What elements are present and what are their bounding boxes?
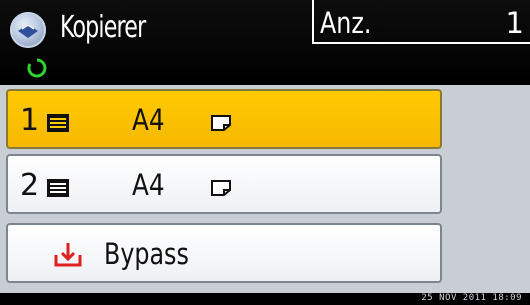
paper-size: A4 bbox=[132, 103, 165, 137]
copier-screen: Kopierer Anz. 1 1 A4 2 A4 Bypass 25 NOV … bbox=[0, 0, 530, 305]
header-bar: Kopierer Anz. 1 bbox=[0, 0, 530, 85]
landscape-paper-icon bbox=[211, 115, 231, 131]
paper-tray-icon bbox=[47, 114, 69, 132]
tray-number: 2 bbox=[20, 168, 40, 203]
bypass-label: Bypass bbox=[104, 237, 189, 271]
paper-select-panel: 1 A4 2 A4 Bypass bbox=[0, 85, 530, 293]
date-time: 25 NOV 2011 18:09 bbox=[421, 293, 522, 303]
bypass-tray-button[interactable]: Bypass bbox=[6, 223, 442, 283]
copy-count-box: Anz. 1 bbox=[312, 0, 530, 44]
count-label: Anz. bbox=[320, 6, 372, 40]
paper-size: A4 bbox=[132, 168, 165, 202]
copier-icon bbox=[10, 12, 46, 48]
paper-tray-icon bbox=[47, 179, 69, 197]
count-value: 1 bbox=[505, 6, 524, 40]
status-footer: 25 NOV 2011 18:09 bbox=[0, 293, 530, 305]
tray-1-button[interactable]: 1 A4 bbox=[6, 89, 442, 149]
ready-status-icon bbox=[27, 58, 47, 78]
tray-number: 1 bbox=[20, 103, 40, 138]
bypass-tray-icon bbox=[54, 243, 82, 267]
landscape-paper-icon bbox=[211, 180, 231, 196]
tray-2-button[interactable]: 2 A4 bbox=[6, 154, 442, 214]
app-title: Kopierer bbox=[60, 10, 146, 45]
